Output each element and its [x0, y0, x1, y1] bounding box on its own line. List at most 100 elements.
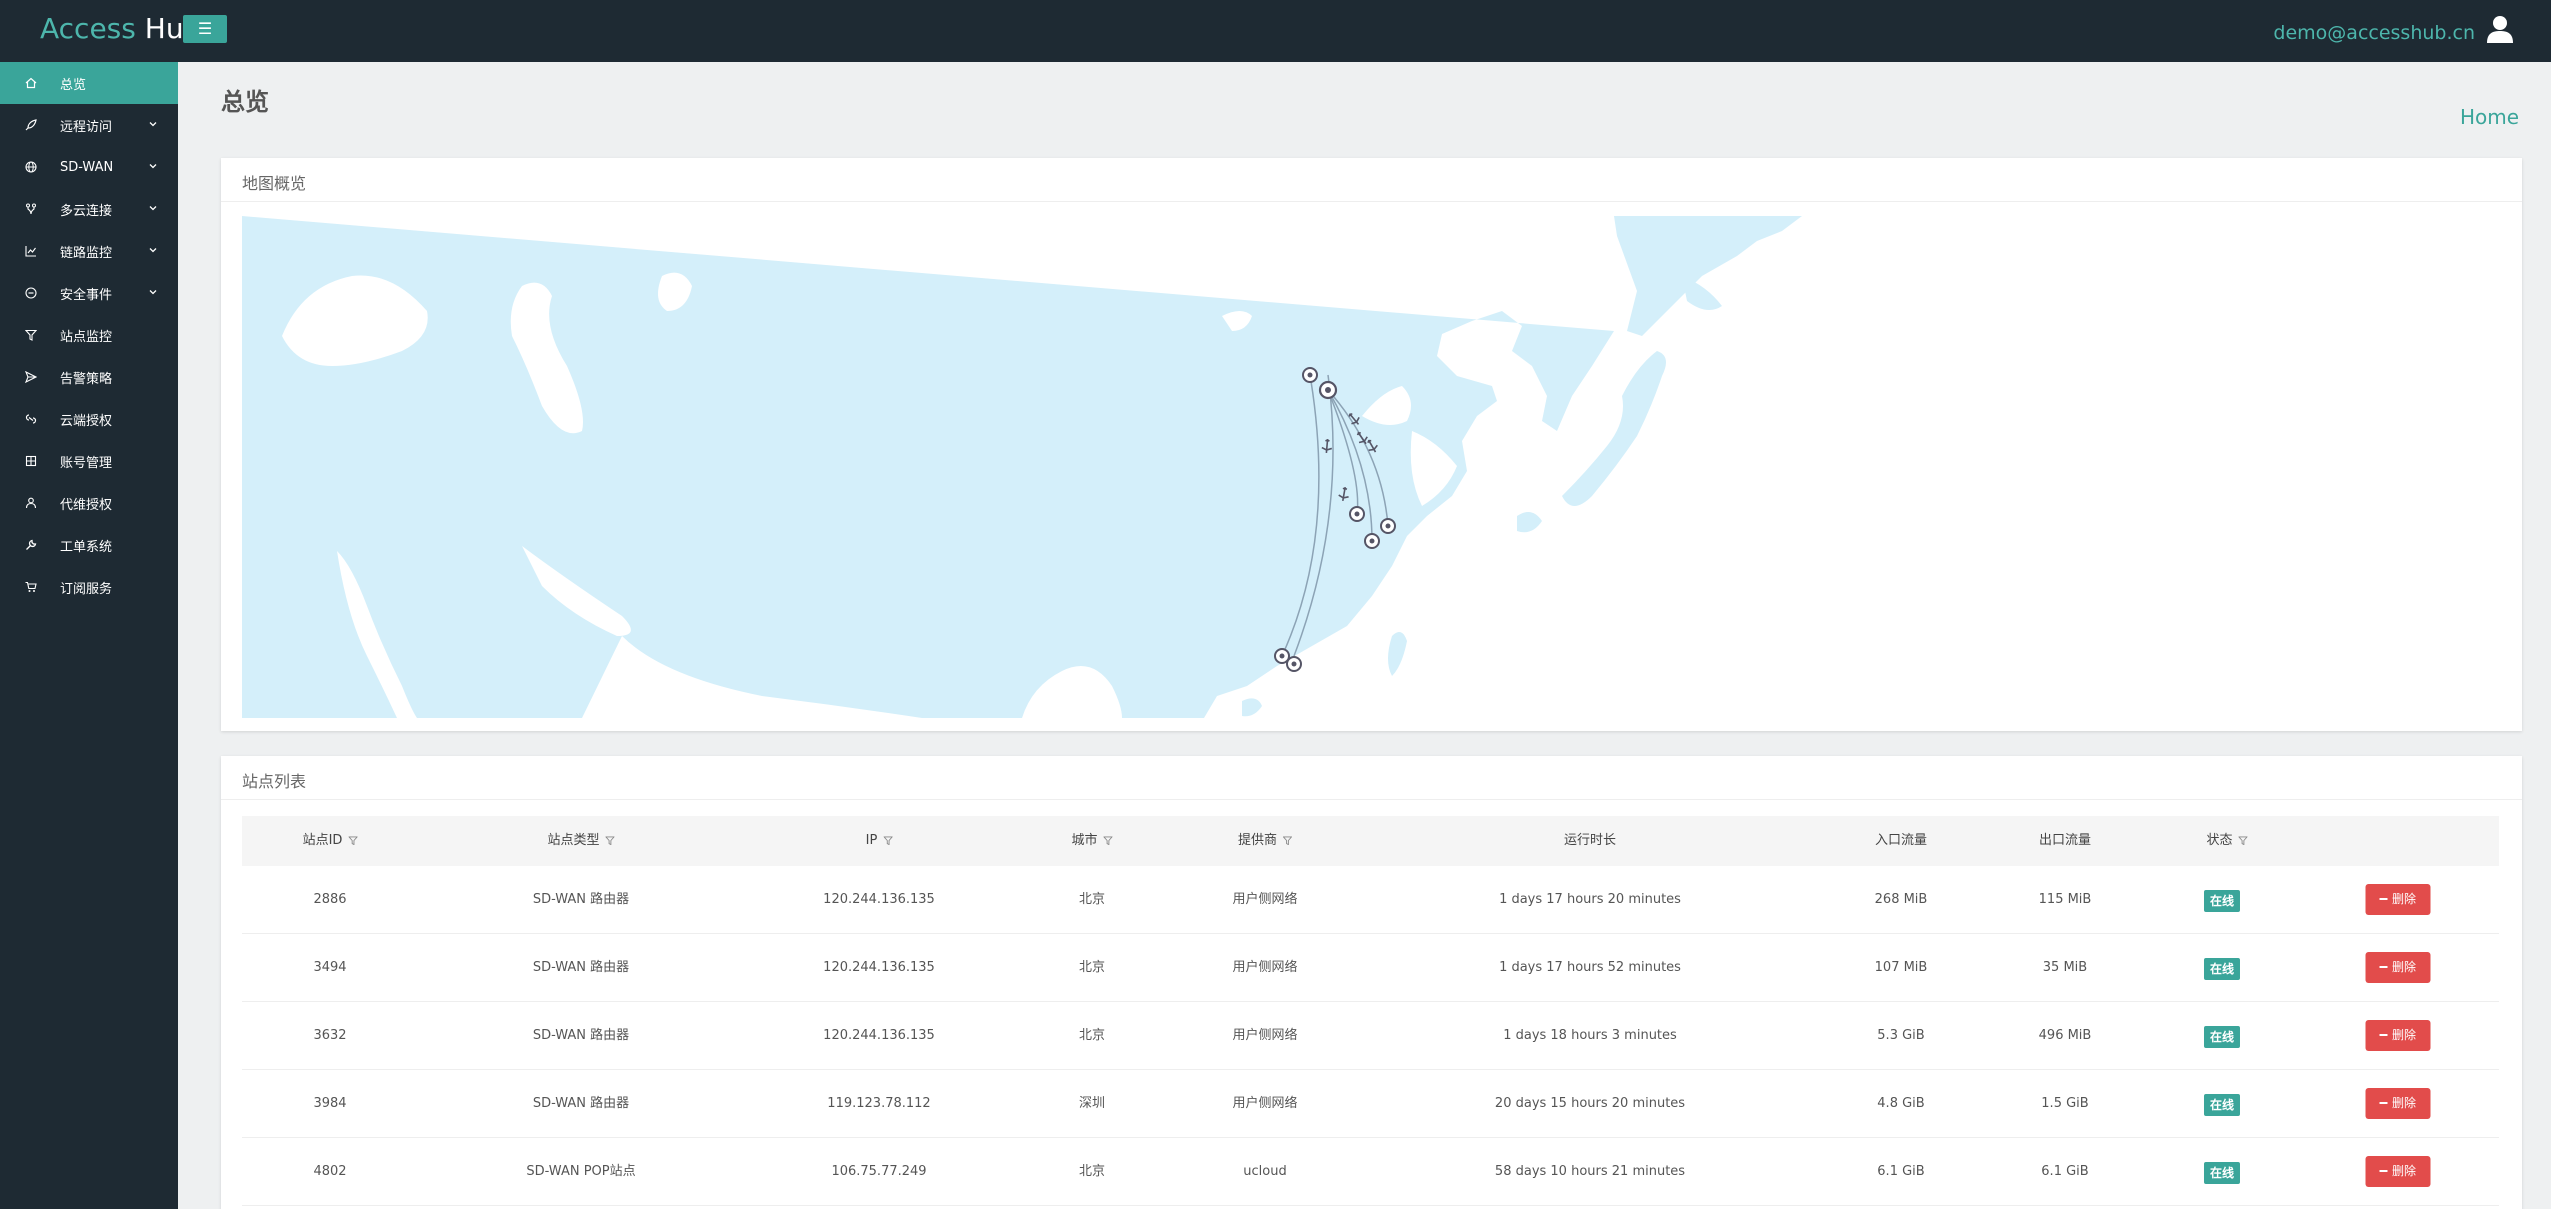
- sidebar-item-account-management[interactable]: 账号管理: [0, 440, 178, 482]
- filter-icon[interactable]: [348, 836, 358, 845]
- sidebar-item-site-monitor[interactable]: 站点监控: [0, 314, 178, 356]
- map-land: [242, 216, 1802, 718]
- rocket-icon: [24, 118, 38, 132]
- sidebar-item-link-monitor[interactable]: 链路监控: [0, 230, 178, 272]
- delete-button-label: 删除: [2391, 892, 2416, 906]
- column-header-site-id[interactable]: 站点ID: [303, 816, 358, 866]
- line-chart-icon: [24, 244, 38, 258]
- user-icon[interactable]: [2485, 14, 2515, 44]
- column-header-ingress[interactable]: 入口流量: [1875, 816, 1927, 866]
- filter-icon[interactable]: [1283, 836, 1293, 845]
- map-overview-card: 地图概览: [221, 158, 2522, 731]
- delete-button[interactable]: 删除: [2365, 1156, 2431, 1187]
- status-badge: 在线: [2203, 1026, 2241, 1048]
- sidebar-item-label: 站点监控: [60, 329, 113, 345]
- send-icon: [24, 370, 38, 384]
- sidebar-item-sd-wan[interactable]: SD-WAN: [0, 146, 178, 188]
- column-header-uptime[interactable]: 运行时长: [1564, 816, 1616, 866]
- cell-city: 北京: [1078, 1164, 1106, 1179]
- wrench-icon: [24, 538, 38, 552]
- cell-city: 北京: [1078, 960, 1106, 975]
- sidebar: 总览 远程访问 SD-WAN 多云连接 链路监控 安全事件 站点监控 告警策略 …: [0, 62, 178, 1209]
- sidebar-item-ticket-system[interactable]: 工单系统: [0, 524, 178, 566]
- minus-circle-icon: [24, 286, 38, 300]
- delete-button-label: 删除: [2391, 960, 2416, 974]
- cell-egress: 35 MiB: [2042, 960, 2088, 975]
- user-email-link[interactable]: demo@accesshub.cn: [2273, 22, 2475, 44]
- cell-ingress: 5.3 GiB: [1877, 1028, 1925, 1043]
- sidebar-item-label: 远程访问: [60, 119, 113, 135]
- table-row: 4802 SD-WAN POP站点 106.75.77.249 北京 ucloud 58 …: [242, 1138, 2499, 1206]
- delete-button[interactable]: 删除: [2365, 884, 2431, 915]
- sidebar-item-alert-policy[interactable]: 告警策略: [0, 356, 178, 398]
- globe-icon: [24, 160, 38, 174]
- cell-ip: 120.244.136.135: [823, 892, 935, 907]
- chevron-down-icon: [149, 290, 157, 295]
- hainan-island: [1242, 698, 1262, 717]
- delete-button[interactable]: 删除: [2365, 952, 2431, 983]
- delete-button[interactable]: 删除: [2365, 1020, 2431, 1051]
- card-divider: [221, 201, 2522, 202]
- sidebar-item-overview[interactable]: 总览: [0, 62, 178, 104]
- column-header-ip[interactable]: IP: [866, 816, 893, 866]
- chevron-down-icon: [149, 164, 157, 169]
- column-header-status[interactable]: 状态: [2206, 816, 2248, 866]
- cell-site-id: 4802: [313, 1164, 347, 1179]
- cell-ingress: 107 MiB: [1874, 960, 1928, 975]
- cell-ip: 120.244.136.135: [823, 960, 935, 975]
- site-list-title: 站点列表: [242, 772, 307, 791]
- branch-icon: [24, 202, 38, 216]
- table-row: 3984 SD-WAN 路由器 119.123.78.112 深圳 用户侧网络 20 da…: [242, 1070, 2499, 1138]
- filter-icon[interactable]: [605, 836, 615, 845]
- map-svg: [242, 216, 1802, 718]
- delete-button-label: 删除: [2391, 1096, 2416, 1110]
- sidebar-item-maintenance-license[interactable]: 代维授权: [0, 482, 178, 524]
- column-header-provider[interactable]: 提供商: [1238, 816, 1293, 866]
- site-pin-icon: [1380, 518, 1396, 534]
- site-pin-icon: [1286, 656, 1302, 672]
- sidebar-item-label: 账号管理: [60, 455, 113, 471]
- sidebar-item-multi-cloud[interactable]: 多云连接: [0, 188, 178, 230]
- cell-egress: 115 MiB: [2038, 892, 2092, 907]
- column-header-city[interactable]: 城市: [1071, 816, 1113, 866]
- site-pin-icon: [1318, 380, 1338, 400]
- cell-uptime: 20 days 15 hours 20 minutes: [1494, 1096, 1686, 1111]
- cell-provider: 用户侧网络: [1232, 1028, 1298, 1043]
- sidebar-item-label: 安全事件: [60, 287, 113, 303]
- filter-icon[interactable]: [2238, 836, 2248, 845]
- filter-icon[interactable]: [1103, 836, 1113, 845]
- brand-logo[interactable]: Access Hub: [40, 12, 201, 45]
- table-row: 3632 SD-WAN 路由器 120.244.136.135 北京 用户侧网络 1 da…: [242, 1002, 2499, 1070]
- cell-site-id: 3632: [313, 1028, 347, 1043]
- filter-icon: [24, 328, 38, 342]
- minus-icon: [2379, 1101, 2388, 1104]
- cell-uptime: 1 days 18 hours 3 minutes: [1503, 1028, 1677, 1043]
- delete-button-label: 删除: [2391, 1028, 2416, 1042]
- filter-icon[interactable]: [883, 836, 893, 845]
- cart-icon: [24, 580, 38, 594]
- breadcrumb-home-link[interactable]: Home: [2460, 105, 2519, 129]
- sidebar-item-security-events[interactable]: 安全事件: [0, 272, 178, 314]
- table-row: 3494 SD-WAN 路由器 120.244.136.135 北京 用户侧网络 1 da…: [242, 934, 2499, 1002]
- card-divider: [221, 799, 2522, 800]
- menu-toggle-button[interactable]: ☰: [183, 15, 227, 43]
- delete-button[interactable]: 删除: [2365, 1088, 2431, 1119]
- sidebar-item-label: 订阅服务: [60, 581, 113, 597]
- taiwan-island: [1388, 632, 1407, 676]
- site-map[interactable]: [242, 216, 2502, 718]
- cell-site-type: SD-WAN POP站点: [526, 1164, 636, 1179]
- column-header-egress[interactable]: 出口流量: [2039, 816, 2091, 866]
- cell-site-type: SD-WAN 路由器: [532, 892, 630, 907]
- site-pin-icon: [1302, 367, 1318, 383]
- cell-site-id: 3494: [313, 960, 347, 975]
- sidebar-item-label: 多云连接: [60, 203, 113, 219]
- cell-egress: 1.5 GiB: [2041, 1096, 2089, 1111]
- column-header-site-type[interactable]: 站点类型: [547, 816, 615, 866]
- sidebar-item-subscription[interactable]: 订阅服务: [0, 566, 178, 608]
- top-header: Access Hub ☰ demo@accesshub.cn: [0, 0, 2551, 62]
- delete-button-label: 删除: [2391, 1164, 2416, 1178]
- sidebar-item-remote-access[interactable]: 远程访问: [0, 104, 178, 146]
- map-card-title: 地图概览: [242, 174, 307, 193]
- cell-site-id: 3984: [313, 1096, 347, 1111]
- sidebar-item-cloud-license[interactable]: 云端授权: [0, 398, 178, 440]
